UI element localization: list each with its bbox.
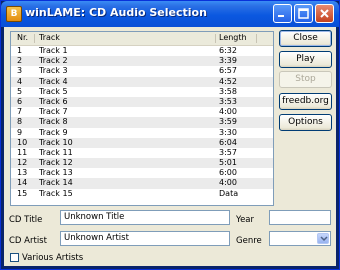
track-nr-cell: 14	[17, 178, 28, 188]
cd-artist-input[interactable]: Unknown Artist	[60, 231, 230, 246]
track-nr-cell: 15	[17, 188, 28, 198]
track-length-cell: 3:57	[219, 147, 237, 157]
track-nr-cell: 6	[17, 96, 23, 106]
track-length-cell: 4:00	[219, 107, 237, 117]
track-nr-cell: 12	[17, 158, 28, 168]
track-track-cell: Track 14	[39, 178, 73, 188]
track-nr-cell: 10	[17, 137, 28, 147]
track-track-cell: Track 8	[39, 117, 68, 127]
play-button[interactable]: Play	[279, 51, 332, 68]
track-length-cell: 6:00	[219, 168, 237, 178]
freedb-button[interactable]: freedb.org	[279, 93, 332, 110]
track-nr-cell: 2	[17, 56, 23, 66]
year-input[interactable]	[269, 210, 331, 225]
track-track-cell: Track 5	[39, 86, 68, 96]
minimize-icon	[278, 15, 284, 17]
track-length-cell: Data	[219, 188, 239, 198]
window-title: winLAME: CD Audio Selection	[25, 6, 207, 19]
close-icon	[320, 9, 329, 18]
track-row[interactable]: 7 Track 7 4:00	[11, 107, 273, 117]
track-length-cell: 6:57	[219, 66, 237, 76]
track-track-cell: Track 2	[39, 56, 68, 66]
track-row[interactable]: 2 Track 2 3:39	[11, 56, 273, 67]
track-nr-cell: 11	[17, 147, 28, 157]
track-row[interactable]: 10 Track 10 6:04	[11, 137, 273, 148]
track-track-cell: Track 12	[39, 158, 73, 168]
close-window-button[interactable]	[315, 4, 334, 23]
title-bar[interactable]: B winLAME: CD Audio Selection	[1, 1, 339, 27]
genre-label: Genre	[236, 236, 262, 246]
track-row[interactable]: 3 Track 3 6:57	[11, 66, 273, 76]
dialog-body: Nr. Track Length 1 Track 1 6:32 2 Track 2 3:3…	[4, 27, 336, 266]
track-nr-cell: 3	[17, 66, 23, 76]
track-length-cell: 3:53	[219, 96, 237, 106]
track-length-cell: 6:32	[219, 46, 237, 55]
column-header-nr[interactable]: Nr.	[17, 33, 28, 42]
track-length-cell: 3:30	[219, 127, 237, 137]
track-nr-cell: 13	[17, 168, 28, 178]
track-track-cell: Track 1	[39, 46, 68, 55]
track-track-cell: Track 3	[39, 66, 68, 76]
track-nr-cell: 1	[17, 46, 23, 55]
track-length-cell: 6:04	[219, 137, 237, 147]
track-length-cell: 3:59	[219, 117, 237, 127]
track-list-header: Nr. Track Length	[11, 32, 273, 46]
track-nr-cell: 7	[17, 107, 23, 117]
maximize-button[interactable]	[294, 4, 313, 23]
track-length-cell: 4:52	[219, 76, 237, 86]
track-nr-cell: 4	[17, 76, 23, 86]
track-row[interactable]: 14 Track 14 4:00	[11, 178, 273, 189]
track-length-cell: 5:01	[219, 158, 237, 168]
track-length-cell: 4:00	[219, 178, 237, 188]
minimize-button[interactable]	[273, 4, 292, 23]
column-header-length[interactable]: Length	[219, 33, 247, 42]
track-row[interactable]: 12 Track 12 5:01	[11, 158, 273, 169]
year-label: Year	[236, 215, 254, 225]
track-row[interactable]: 13 Track 13 6:00	[11, 168, 273, 178]
track-track-cell: Track 6	[39, 96, 68, 106]
column-header-track[interactable]: Track	[39, 33, 60, 42]
genre-dropdown-button[interactable]	[317, 233, 329, 244]
various-artists-checkbox[interactable]	[10, 253, 19, 262]
track-nr-cell: 5	[17, 86, 23, 96]
track-row[interactable]: 11 Track 11 3:57	[11, 148, 273, 158]
various-artists-label[interactable]: Various Artists	[22, 253, 83, 263]
genre-select[interactable]	[269, 231, 331, 246]
cd-title-label: CD Title	[9, 215, 43, 225]
close-button[interactable]: Close	[279, 30, 332, 47]
cd-audio-selection-window: B winLAME: CD Audio Selection Nr. Track …	[0, 0, 340, 270]
track-track-cell: Track 9	[39, 127, 68, 137]
options-button[interactable]: Options	[279, 114, 332, 131]
track-row[interactable]: 15 Track 15 Data	[11, 189, 273, 199]
chevron-down-icon	[320, 236, 328, 242]
track-length-cell: 3:39	[219, 56, 237, 66]
track-track-cell: Track 7	[39, 107, 68, 117]
app-icon: B	[6, 6, 22, 22]
track-rows: 1 Track 1 6:32 2 Track 2 3:39 3 Track 3 6:57 4 Tra…	[11, 46, 273, 199]
track-track-cell: Track 4	[39, 76, 68, 86]
track-track-cell: Track 10	[39, 137, 73, 147]
track-list[interactable]: Nr. Track Length 1 Track 1 6:32 2 Track 2 3:3…	[10, 31, 274, 206]
track-row[interactable]: 9 Track 9 3:30	[11, 128, 273, 138]
track-row[interactable]: 6 Track 6 3:53	[11, 96, 273, 108]
track-row[interactable]: 5 Track 5 3:58	[11, 87, 273, 97]
track-track-cell: Track 15	[39, 188, 73, 198]
track-row[interactable]: 4 Track 4 4:52	[11, 76, 273, 87]
track-nr-cell: 9	[17, 127, 23, 137]
cd-title-input[interactable]: Unknown Title	[60, 210, 230, 225]
track-row[interactable]: 8 Track 8 3:59	[11, 117, 273, 128]
track-length-cell: 3:58	[219, 86, 237, 96]
cd-artist-label: CD Artist	[9, 236, 47, 246]
maximize-icon	[298, 8, 309, 19]
track-row[interactable]: 1 Track 1 6:32	[11, 46, 273, 56]
track-nr-cell: 8	[17, 117, 23, 127]
stop-button: Stop	[279, 71, 332, 88]
track-track-cell: Track 13	[39, 168, 73, 178]
track-track-cell: Track 11	[39, 147, 73, 157]
